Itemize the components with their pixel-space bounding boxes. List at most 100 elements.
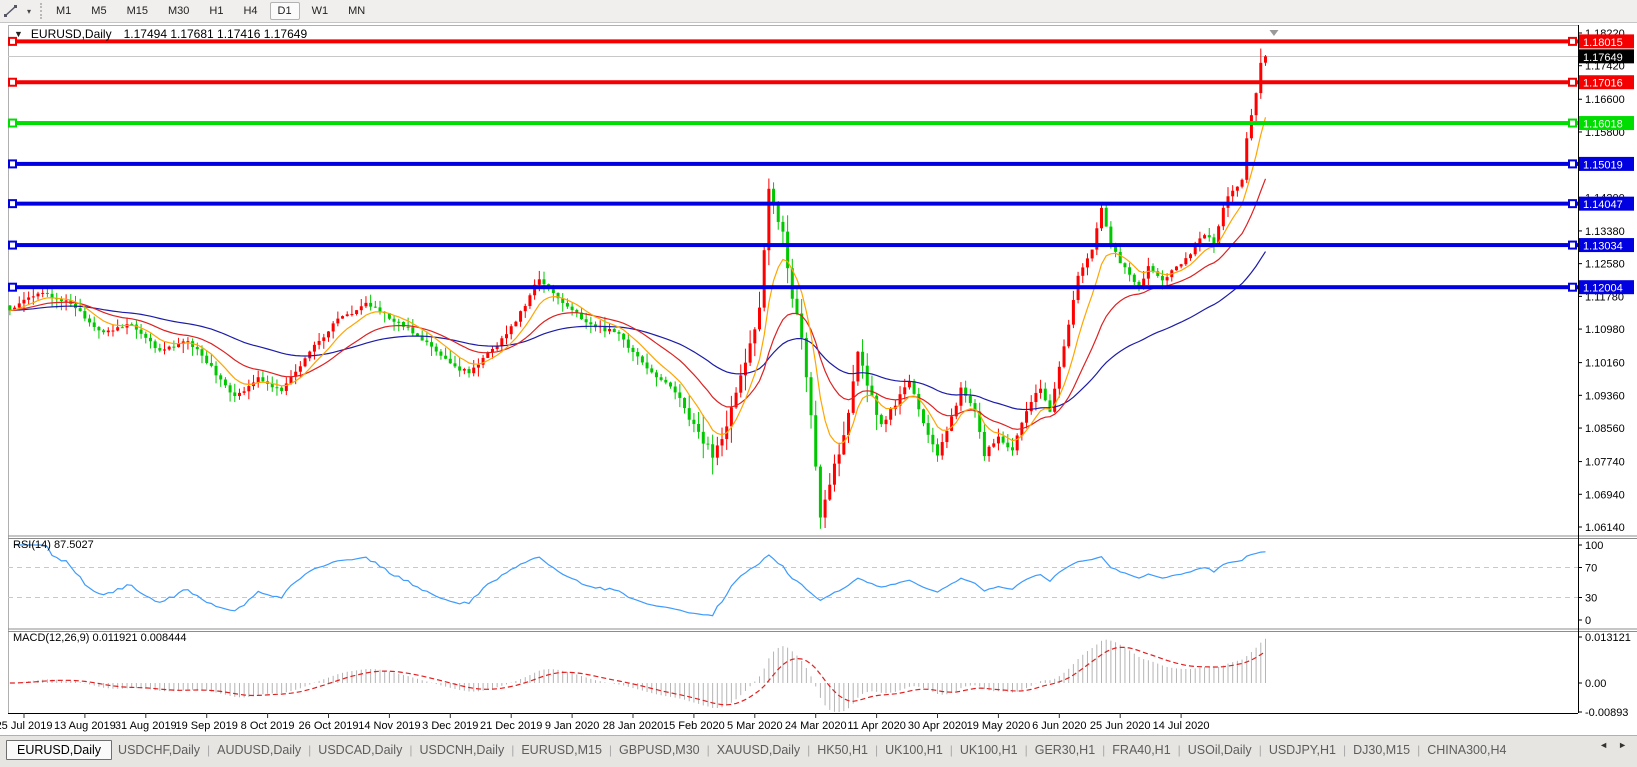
chart-tab-usdcad-daily[interactable]: USDCAD,Daily bbox=[312, 741, 408, 759]
line-handle bbox=[1568, 118, 1577, 128]
timeframe-button-m5[interactable]: M5 bbox=[83, 2, 114, 20]
chart-tab-usdcnh-daily[interactable]: USDCNH,Daily bbox=[413, 741, 510, 759]
rsi-axis-tick-label: 30 bbox=[1585, 593, 1597, 605]
date-axis-label: 13 Aug 2019 bbox=[54, 720, 116, 732]
chart-background bbox=[0, 23, 1637, 735]
price-badge-1.12004: 1.12004 bbox=[1579, 280, 1634, 295]
chart-tab-dj30-m15[interactable]: DJ30,M15 bbox=[1347, 741, 1416, 759]
price-badge-1.15019: 1.15019 bbox=[1579, 156, 1634, 171]
line-handle bbox=[1568, 159, 1577, 169]
date-axis-label: 9 Jan 2020 bbox=[545, 720, 599, 732]
line-handle bbox=[8, 77, 17, 87]
chart-tab-xauusd-daily[interactable]: XAUUSD,Daily bbox=[711, 741, 806, 759]
price-axis-tick-label: 1.07740 bbox=[1585, 457, 1625, 469]
price-axis-tick-label: 1.06140 bbox=[1585, 522, 1625, 534]
chart-tab-uk100-h1[interactable]: UK100,H1 bbox=[879, 741, 949, 759]
price-badge-1.17016: 1.17016 bbox=[1579, 75, 1634, 90]
line-handle bbox=[8, 282, 17, 292]
price-badge-1.14047: 1.14047 bbox=[1579, 196, 1634, 211]
chart-tab-gbpusd-m30[interactable]: GBPUSD,M30 bbox=[613, 741, 706, 759]
date-axis-label: 26 Oct 2019 bbox=[299, 720, 359, 732]
svg-text:1.13034: 1.13034 bbox=[1583, 241, 1623, 253]
timeframe-button-m30[interactable]: M30 bbox=[160, 2, 197, 20]
macd-axis-tick-label: -0.00893 bbox=[1585, 707, 1628, 719]
timeframe-button-d1[interactable]: D1 bbox=[269, 2, 300, 20]
timeframe-button-m15[interactable]: M15 bbox=[119, 2, 156, 20]
dropdown-caret-icon[interactable]: ▾ bbox=[22, 7, 36, 16]
timeframe-button-m1[interactable]: M1 bbox=[48, 2, 79, 20]
date-axis-label: 19 May 2020 bbox=[967, 720, 1031, 732]
chart-tab-usdchf-daily[interactable]: USDCHF,Daily bbox=[112, 741, 206, 759]
chart-tab-usdjpy-h1[interactable]: USDJPY,H1 bbox=[1263, 741, 1342, 759]
timeframe-button-h4[interactable]: H4 bbox=[235, 2, 265, 20]
timeframe-button-mn[interactable]: MN bbox=[340, 2, 373, 20]
chart-tab-fra40-h1[interactable]: FRA40,H1 bbox=[1106, 741, 1176, 759]
date-axis-label: 31 Aug 2019 bbox=[115, 720, 177, 732]
line-handle bbox=[1568, 199, 1577, 209]
line-handle bbox=[1568, 282, 1577, 292]
chart-tab-usoil-daily[interactable]: USOil,Daily bbox=[1182, 741, 1258, 759]
rsi-axis-tick-label: 70 bbox=[1585, 563, 1597, 575]
chart-tab-hk50-h1[interactable]: HK50,H1 bbox=[811, 741, 874, 759]
chart-tab-bar: EURUSD,Daily USDCHF,Daily | AUDUSD,Daily | US… bbox=[0, 735, 1637, 767]
price-axis-tick-label: 1.13380 bbox=[1585, 226, 1625, 238]
rsi-axis-tick-label: 100 bbox=[1585, 540, 1603, 552]
date-axis-label: 30 Apr 2020 bbox=[908, 720, 967, 732]
price-axis-tick-label: 1.08560 bbox=[1585, 423, 1625, 435]
line-tool-glyph bbox=[4, 5, 17, 17]
chart-window-title: ▼ EURUSD,Daily 1.17494 1.17681 1.17416 1… bbox=[14, 27, 307, 41]
date-axis-label: 21 Dec 2019 bbox=[480, 720, 542, 732]
trading-app-window: ▾ M1 M5 M15 M30 H1 H4 D1 W1 MN 1.18220 1.17420 1.1… bbox=[0, 0, 1637, 767]
chart-ohlc-values: 1.17494 1.17681 1.17416 1.17649 bbox=[123, 27, 308, 41]
tab-scroll-right-icon[interactable]: ► bbox=[1618, 740, 1627, 750]
date-axis-label: 8 Oct 2019 bbox=[241, 720, 295, 732]
price-axis-tick-label: 1.06940 bbox=[1585, 489, 1625, 501]
toolbar-grip bbox=[40, 3, 42, 19]
chart-plot-area[interactable]: 1.182201.174201.166001.158001.150001.142… bbox=[0, 0, 1637, 735]
tab-scroll-arrows: ◄ ► bbox=[1595, 736, 1637, 750]
macd-axis-tick-label: 0.00 bbox=[1585, 678, 1606, 690]
date-axis-label: 6 Jun 2020 bbox=[1032, 720, 1086, 732]
svg-text:1.17016: 1.17016 bbox=[1583, 78, 1623, 90]
tab-scroll-left-icon[interactable]: ◄ bbox=[1599, 740, 1608, 750]
svg-text:1.17649: 1.17649 bbox=[1583, 52, 1623, 64]
macd-indicator-label: MACD(12,26,9) 0.011921 0.008444 bbox=[13, 632, 187, 644]
chart-tab-eurusd-m15[interactable]: EURUSD,M15 bbox=[515, 741, 608, 759]
date-axis-label: 25 Jun 2020 bbox=[1090, 720, 1151, 732]
line-tool-icon[interactable] bbox=[0, 1, 22, 21]
svg-text:1.12004: 1.12004 bbox=[1583, 283, 1623, 295]
price-badge-1.16018: 1.16018 bbox=[1579, 116, 1634, 131]
price-axis-tick-label: 1.12580 bbox=[1585, 259, 1625, 271]
svg-text:1.14047: 1.14047 bbox=[1583, 199, 1623, 211]
line-handle bbox=[8, 118, 17, 128]
chart-tab-eurusd-daily[interactable]: EURUSD,Daily bbox=[6, 740, 113, 760]
price-axis-tick-label: 1.10980 bbox=[1585, 324, 1625, 336]
date-axis-label: 11 Apr 2020 bbox=[847, 720, 906, 732]
date-axis-label: 3 Dec 2019 bbox=[422, 720, 478, 732]
date-axis-label: 24 Mar 2020 bbox=[785, 720, 847, 732]
chart-tab-uk100-h1[interactable]: UK100,H1 bbox=[954, 741, 1024, 759]
date-axis-label: 14 Jul 2020 bbox=[1153, 720, 1210, 732]
line-handle bbox=[8, 199, 17, 209]
collapse-triangle-icon[interactable]: ▼ bbox=[14, 29, 23, 39]
rsi-axis-tick-label: 0 bbox=[1585, 615, 1591, 627]
timeframe-button-h1[interactable]: H1 bbox=[201, 2, 231, 20]
svg-text:1.15019: 1.15019 bbox=[1583, 159, 1623, 171]
line-handle bbox=[1568, 240, 1577, 250]
line-handle bbox=[1568, 36, 1577, 46]
timeframe-buttons: M1 M5 M15 M30 H1 H4 D1 W1 MN bbox=[48, 2, 377, 20]
line-handle bbox=[8, 240, 17, 250]
date-axis-label: 19 Sep 2019 bbox=[176, 720, 238, 732]
date-axis-label: 15 Feb 2020 bbox=[663, 720, 725, 732]
price-axis-tick-label: 1.16600 bbox=[1585, 94, 1625, 106]
chart-symbol-title: EURUSD,Daily bbox=[30, 27, 112, 41]
svg-text:1.16018: 1.16018 bbox=[1583, 119, 1623, 131]
timeframe-toolbar: ▾ M1 M5 M15 M30 H1 H4 D1 W1 MN bbox=[0, 0, 1637, 23]
timeframe-button-w1[interactable]: W1 bbox=[304, 2, 337, 20]
date-axis-label: 14 Nov 2019 bbox=[358, 720, 420, 732]
chart-tab-china300-h4[interactable]: CHINA300,H4 bbox=[1421, 741, 1512, 759]
chart-tab-audusd-daily[interactable]: AUDUSD,Daily bbox=[211, 741, 307, 759]
chart-tab-ger30-h1[interactable]: GER30,H1 bbox=[1029, 741, 1101, 759]
price-axis-tick-label: 1.10160 bbox=[1585, 358, 1625, 370]
line-handle bbox=[8, 159, 17, 169]
